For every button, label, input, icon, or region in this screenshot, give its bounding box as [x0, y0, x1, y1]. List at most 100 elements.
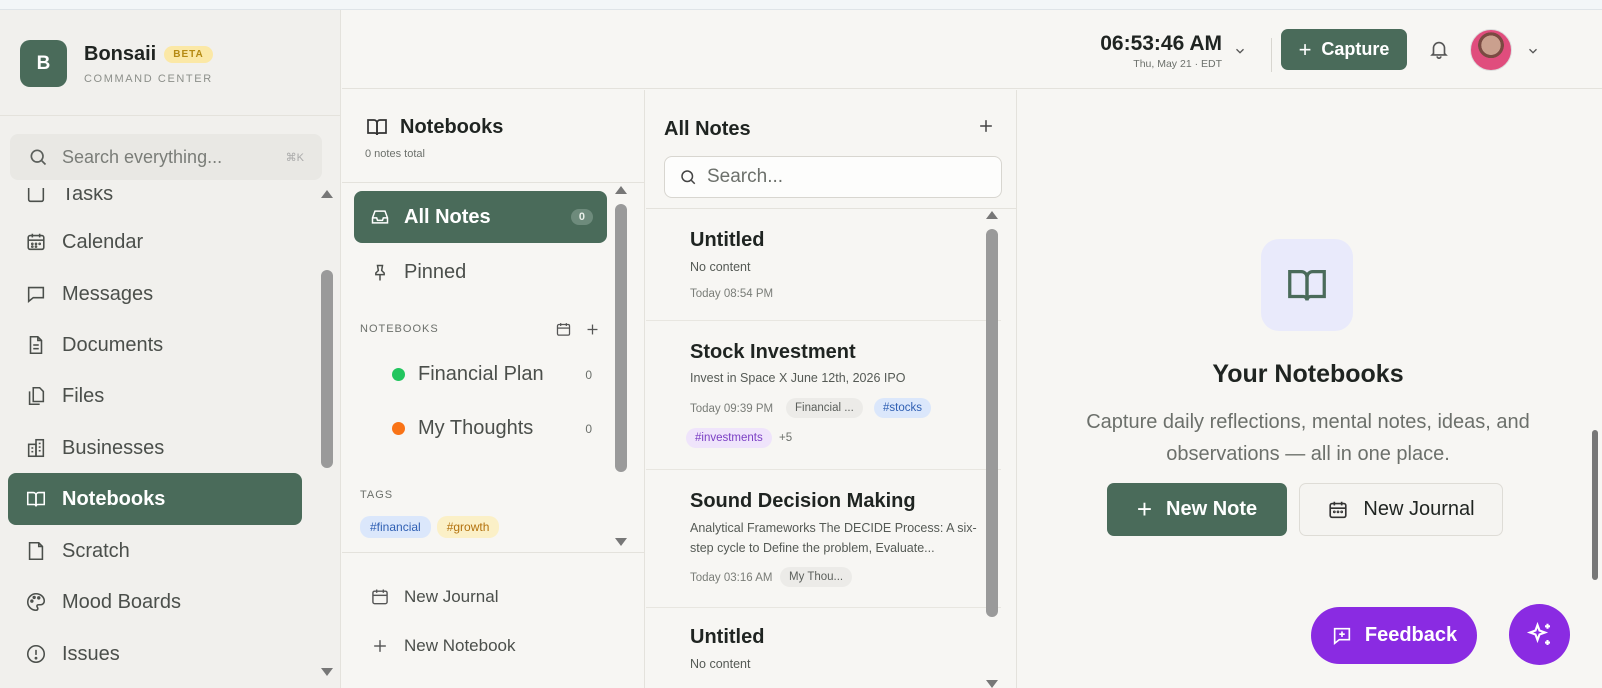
sidebar-scrollbar[interactable] [318, 190, 334, 676]
all-notes-item[interactable]: All Notes 0 [354, 191, 607, 243]
capture-label: Capture [1321, 39, 1390, 59]
notes-panel: All Notes Untitled No content Today 08:5… [646, 90, 1017, 688]
new-journal-label: New Journal [1363, 498, 1475, 520]
capture-button[interactable]: + Capture [1281, 29, 1407, 70]
sidebar-item-scratch[interactable]: Scratch [8, 525, 302, 577]
feedback-button[interactable]: Feedback [1311, 607, 1477, 664]
notes-title: All Notes [664, 118, 751, 140]
tags-list: #financial #growth [360, 516, 500, 538]
sidebar-item-files[interactable]: Files [8, 370, 302, 422]
scroll-down-arrow-icon[interactable] [321, 668, 333, 676]
new-notebook-link[interactable]: New Notebook [370, 636, 516, 656]
page-scrollbar[interactable] [1586, 80, 1602, 688]
clock-time: 06:53:46 AM [1100, 32, 1222, 55]
search-icon [681, 170, 696, 185]
sidebar-item-notebooks[interactable]: Notebooks [8, 473, 302, 525]
alert-circle-icon [26, 644, 46, 664]
clock[interactable]: 06:53:46 AM Thu, May 21 · EDT [1100, 32, 1222, 70]
note-notebook-chip[interactable]: Financial ... [786, 398, 863, 418]
plus-icon: + [1136, 494, 1153, 524]
note-date: Today 09:39 PM [690, 403, 774, 415]
calendar-icon[interactable] [555, 321, 572, 338]
note-item[interactable]: Stock Investment Invest in Space X June … [646, 321, 1001, 470]
search-icon [30, 149, 47, 166]
sidebar-item-mood-boards[interactable]: Mood Boards [8, 576, 302, 628]
notebook-item-financial-plan[interactable]: Financial Plan 0 [392, 363, 592, 386]
brand-logo: B [20, 40, 67, 87]
tag-financial[interactable]: #financial [360, 516, 431, 538]
scroll-up-arrow-icon[interactable] [321, 190, 333, 198]
header-separator [1271, 38, 1272, 72]
pinned-item[interactable]: Pinned [370, 261, 466, 284]
calendar-icon [372, 589, 388, 605]
sidebar-scroll-thumb[interactable] [321, 270, 333, 468]
notebook-count: 0 [585, 421, 592, 436]
pin-icon [375, 264, 385, 280]
empty-state-icon-box [1261, 239, 1353, 331]
sidebar: B Bonsaii BETA COMMAND CENTER Search eve… [0, 10, 341, 688]
ai-assistant-button[interactable] [1509, 604, 1570, 665]
chevron-down-icon[interactable] [1233, 44, 1247, 58]
notebooks-scrollbar[interactable] [612, 186, 628, 546]
note-item[interactable]: Sound Decision Making Analytical Framewo… [646, 470, 1001, 608]
plus-icon[interactable] [584, 321, 601, 338]
scroll-up-arrow-icon[interactable] [986, 211, 998, 219]
tag-growth[interactable]: #growth [436, 516, 500, 538]
scroll-down-arrow-icon[interactable] [986, 680, 998, 688]
sidebar-item-businesses[interactable]: Businesses [8, 422, 302, 474]
notes-list: Untitled No content Today 08:54 PM Stock… [646, 209, 1001, 688]
global-search-input[interactable]: Search everything... ⌘K [10, 134, 322, 180]
sidebar-item-documents[interactable]: Documents [8, 319, 302, 371]
brand-name: Bonsaii [84, 42, 157, 65]
page-scroll-thumb[interactable] [1592, 430, 1598, 580]
note-title: Stock Investment [690, 341, 856, 363]
note-title: Untitled [690, 229, 765, 251]
notes-search-field[interactable] [664, 156, 1002, 198]
notes-total-count: 0 notes total [365, 148, 425, 160]
new-note-button[interactable]: + New Note [1107, 483, 1287, 536]
note-tag-chip[interactable]: #stocks [874, 398, 931, 418]
all-notes-label: All Notes [404, 205, 491, 228]
new-journal-button[interactable]: New Journal [1299, 483, 1503, 536]
brand-name-row: Bonsaii BETA [84, 43, 213, 66]
inbox-icon [371, 210, 389, 224]
notebook-count: 0 [585, 367, 592, 382]
empty-state-title: Your Notebooks [1212, 360, 1404, 388]
sidebar-item-issues[interactable]: Issues [8, 628, 302, 680]
note-item[interactable]: Untitled No content Today 08:54 PM [646, 209, 1001, 321]
brand[interactable]: B Bonsaii BETA COMMAND CENTER [20, 40, 213, 87]
notebooks-scroll-thumb[interactable] [615, 204, 627, 472]
notes-search-input[interactable] [707, 166, 987, 188]
notebook-color-dot [392, 368, 405, 381]
search-placeholder: Search everything... [62, 146, 223, 167]
note-more-tags[interactable]: +5 [779, 428, 801, 448]
sidebar-item-calendar[interactable]: Calendar [8, 216, 302, 268]
note-tag-chip[interactable]: #investments [686, 428, 772, 448]
sidebar-item-label: Issues [62, 642, 120, 665]
top-header: 06:53:46 AM Thu, May 21 · EDT + Capture [342, 10, 1602, 89]
book-open-icon [26, 491, 46, 507]
sidebar-item-messages[interactable]: Messages [8, 268, 302, 320]
note-notebook-chip[interactable]: My Thou... [780, 567, 853, 587]
notebooks-list: All Notes 0 Pinned NOTEBOOKS Financial P… [342, 183, 645, 553]
beta-badge: BETA [164, 45, 213, 63]
new-journal-link[interactable]: New Journal [370, 587, 499, 607]
book-open-icon [367, 119, 387, 136]
notes-scrollbar[interactable] [983, 211, 999, 688]
notebooks-bottom-divider [342, 552, 644, 553]
avatar[interactable] [1470, 29, 1512, 71]
note-date: Today 08:54 PM [690, 288, 774, 300]
notebook-color-dot [392, 422, 405, 435]
bell-icon[interactable] [1428, 38, 1450, 60]
notes-scroll-thumb[interactable] [986, 229, 998, 617]
notebook-item-my-thoughts[interactable]: My Thoughts 0 [392, 417, 592, 440]
notebook-name: My Thoughts [418, 417, 534, 439]
scroll-down-arrow-icon[interactable] [615, 538, 627, 546]
add-note-icon[interactable] [976, 116, 996, 136]
note-item[interactable]: Untitled No content [646, 608, 1001, 688]
book-open-icon [1288, 269, 1326, 301]
clock-date: Thu, May 21 · EDT [1133, 58, 1222, 70]
sidebar-item-label: Businesses [62, 436, 165, 459]
scroll-up-arrow-icon[interactable] [615, 186, 627, 194]
chevron-down-icon[interactable] [1526, 44, 1540, 58]
